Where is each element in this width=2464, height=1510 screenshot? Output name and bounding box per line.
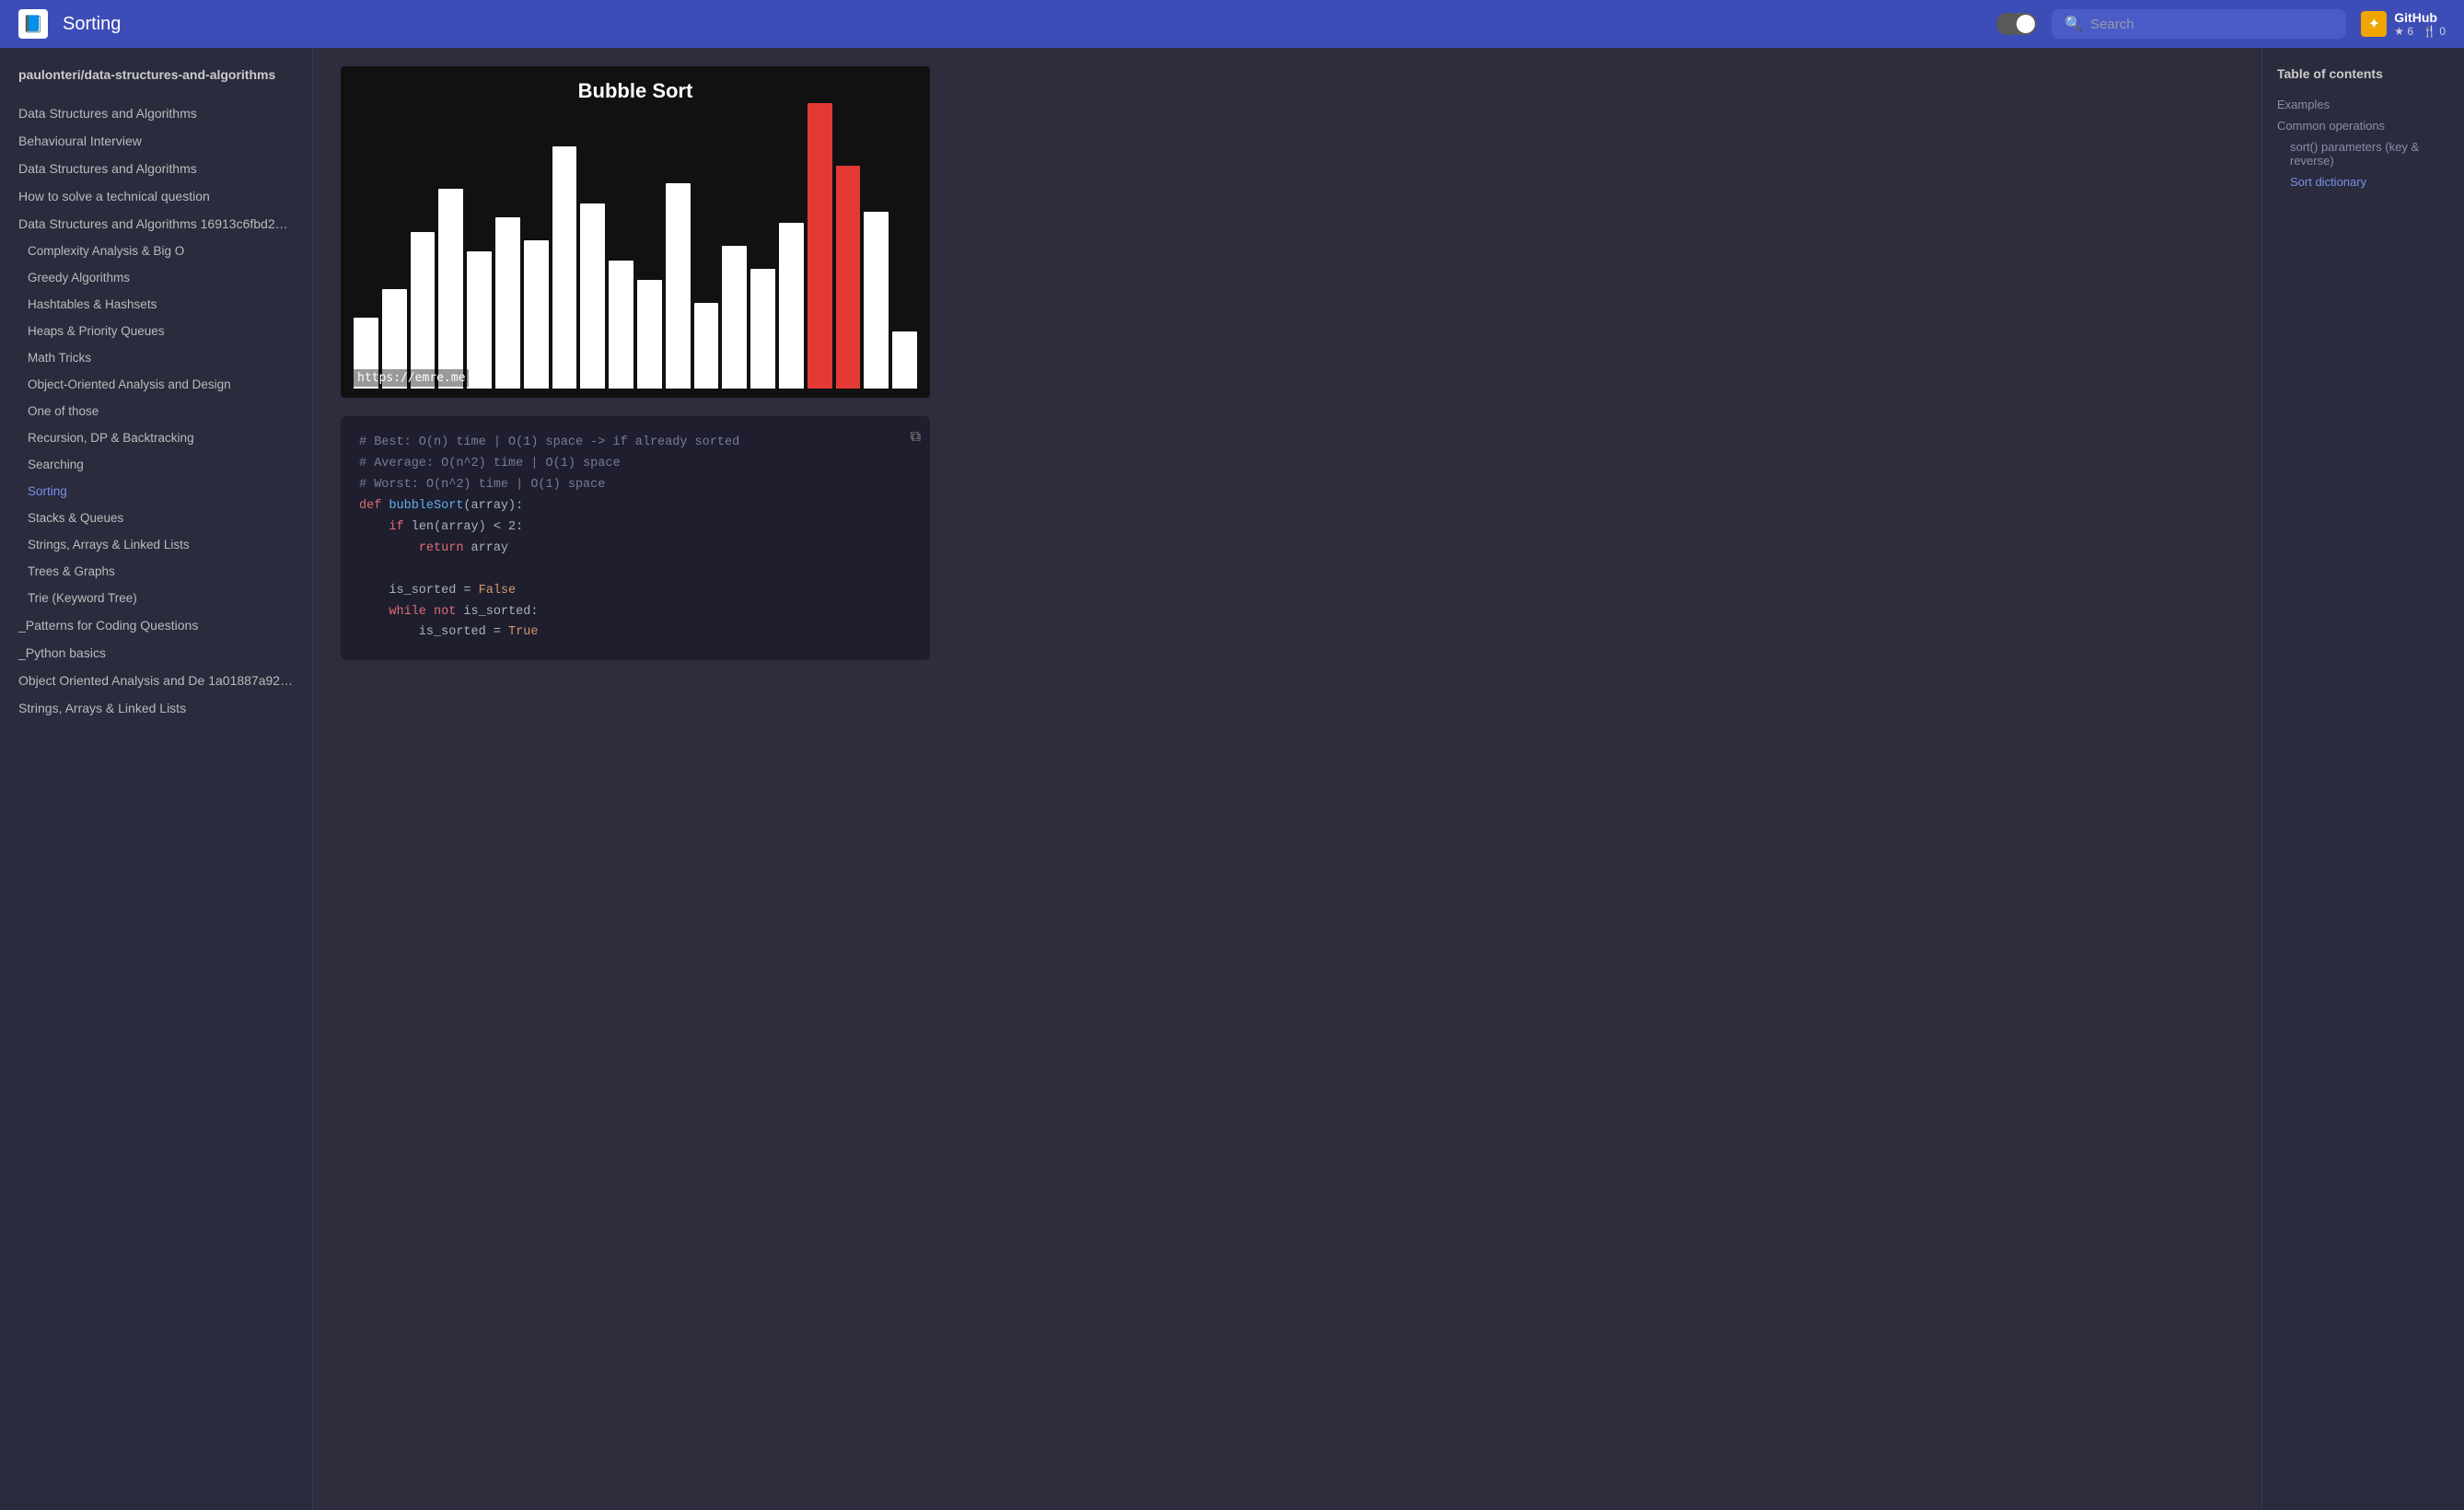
sidebar-item-15[interactable]: Stacks & Queues xyxy=(0,505,312,531)
bar-16 xyxy=(808,103,832,389)
sidebar-item-6[interactable]: Greedy Algorithms xyxy=(0,264,312,291)
sidebar-item-2[interactable]: Data Structures and Algorithms xyxy=(0,155,312,182)
search-icon: 🔍 xyxy=(2064,15,2083,33)
bar-15 xyxy=(779,223,804,389)
sidebar-item-20[interactable]: _Python basics xyxy=(0,639,312,667)
sidebar-item-16[interactable]: Strings, Arrays & Linked Lists xyxy=(0,531,312,558)
github-stars: ★ 6 xyxy=(2394,25,2413,38)
bar-2 xyxy=(411,232,436,389)
sidebar-item-11[interactable]: One of those xyxy=(0,398,312,424)
sidebar-item-0[interactable]: Data Structures and Algorithms xyxy=(0,99,312,127)
sidebar-item-18[interactable]: Trie (Keyword Tree) xyxy=(0,585,312,611)
toc-panel: Table of contents ExamplesCommon operati… xyxy=(2261,48,2464,1510)
code-line-0: # Best: O(n) time | O(1) space -> if alr… xyxy=(359,433,912,454)
bar-3 xyxy=(438,189,463,389)
code-line-7: is_sorted = False xyxy=(359,581,912,602)
sidebar-item-7[interactable]: Hashtables & Hashsets xyxy=(0,291,312,318)
bar-17 xyxy=(836,166,861,389)
sidebar: paulonteri/data-structures-and-algorithm… xyxy=(0,48,313,1510)
toc-item-3[interactable]: Sort dictionary xyxy=(2277,171,2449,192)
bar-11 xyxy=(666,183,691,389)
sidebar-item-3[interactable]: How to solve a technical question xyxy=(0,182,312,210)
sidebar-item-5[interactable]: Complexity Analysis & Big O xyxy=(0,238,312,264)
bar-6 xyxy=(524,240,549,389)
sidebar-repo-name[interactable]: paulonteri/data-structures-and-algorithm… xyxy=(0,59,312,99)
top-navigation: 📘 Sorting 🔍 ✦ GitHub ★ 6 🍴 0 xyxy=(0,0,2464,48)
code-line-9: is_sorted = True xyxy=(359,622,912,644)
code-line-3: def bubbleSort(array): xyxy=(359,496,912,517)
code-line-2: # Worst: O(n^2) time | O(1) space xyxy=(359,475,912,496)
code-line-1: # Average: O(n^2) time | O(1) space xyxy=(359,454,912,475)
sidebar-item-10[interactable]: Object-Oriented Analysis and Design xyxy=(0,371,312,398)
sidebar-item-4[interactable]: Data Structures and Algorithms 16913c6fb… xyxy=(0,210,312,238)
sidebar-item-17[interactable]: Trees & Graphs xyxy=(0,558,312,585)
bubble-sort-image: Bubble Sort https://emre.me xyxy=(341,66,930,398)
sidebar-item-21[interactable]: Object Oriented Analysis and De 1a01887a… xyxy=(0,667,312,694)
bar-14 xyxy=(750,269,775,389)
sidebar-item-14[interactable]: Sorting xyxy=(0,478,312,505)
bar-18 xyxy=(864,212,889,389)
bar-10 xyxy=(637,280,662,389)
search-input[interactable] xyxy=(2090,17,2333,32)
search-bar[interactable]: 🔍 xyxy=(2051,9,2346,39)
bar-13 xyxy=(722,246,747,389)
content-area: Bubble Sort https://emre.me ⧉ # Best: O(… xyxy=(313,48,2261,1510)
theme-toggle[interactable] xyxy=(1996,13,2037,35)
code-line-6 xyxy=(359,560,912,581)
sidebar-item-9[interactable]: Math Tricks xyxy=(0,344,312,371)
github-stats: GitHub ★ 6 🍴 0 xyxy=(2394,10,2446,38)
github-icon: ✦ xyxy=(2361,11,2387,37)
copy-icon[interactable]: ⧉ xyxy=(911,425,921,450)
main-layout: paulonteri/data-structures-and-algorithm… xyxy=(0,48,2464,1510)
toggle-knob xyxy=(2017,15,2035,33)
github-label: GitHub xyxy=(2394,10,2446,25)
bar-9 xyxy=(609,261,633,389)
bar-12 xyxy=(694,303,719,389)
sidebar-item-1[interactable]: Behavioural Interview xyxy=(0,127,312,155)
bar-8 xyxy=(580,203,605,389)
sidebar-item-12[interactable]: Recursion, DP & Backtracking xyxy=(0,424,312,451)
sidebar-item-8[interactable]: Heaps & Priority Queues xyxy=(0,318,312,344)
code-block: ⧉ # Best: O(n) time | O(1) space -> if a… xyxy=(341,416,930,660)
bars-container xyxy=(341,103,930,398)
bar-5 xyxy=(495,217,520,389)
sidebar-item-22[interactable]: Strings, Arrays & Linked Lists xyxy=(0,694,312,722)
toc-title: Table of contents xyxy=(2277,66,2449,81)
code-line-8: while not is_sorted: xyxy=(359,602,912,623)
sidebar-item-13[interactable]: Searching xyxy=(0,451,312,478)
sidebar-item-19[interactable]: _Patterns for Coding Questions xyxy=(0,611,312,639)
code-line-5: return array xyxy=(359,539,912,560)
github-section: ✦ GitHub ★ 6 🍴 0 xyxy=(2361,10,2446,38)
app-logo: 📘 xyxy=(18,9,48,39)
bar-19 xyxy=(892,331,917,389)
github-forks: 🍴 0 xyxy=(2423,25,2446,38)
watermark-text: https://emre.me xyxy=(354,369,469,387)
bubble-sort-title: Bubble Sort xyxy=(341,66,930,103)
bar-4 xyxy=(467,251,492,389)
logo-icon: 📘 xyxy=(23,15,43,34)
toc-item-2[interactable]: sort() parameters (key & reverse) xyxy=(2277,136,2449,171)
github-counts: ★ 6 🍴 0 xyxy=(2394,25,2446,38)
toc-item-0[interactable]: Examples xyxy=(2277,94,2449,115)
page-title: Sorting xyxy=(63,14,1982,35)
bar-7 xyxy=(552,146,577,389)
code-line-4: if len(array) < 2: xyxy=(359,517,912,539)
toc-item-1[interactable]: Common operations xyxy=(2277,115,2449,136)
